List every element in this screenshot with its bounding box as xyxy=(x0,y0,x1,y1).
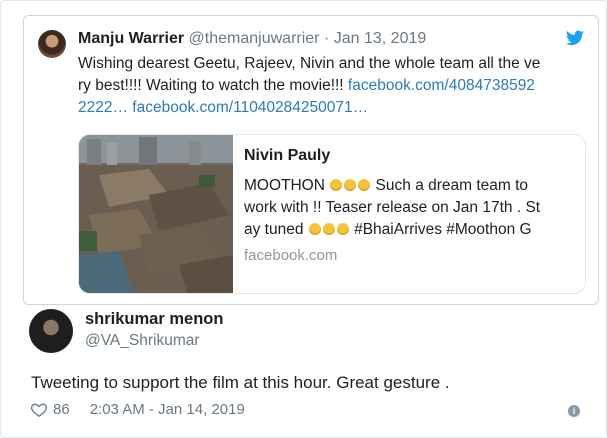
card-title: Nivin Pauly xyxy=(244,147,331,164)
author-name[interactable]: Manju Warrier xyxy=(78,30,184,47)
avatar[interactable] xyxy=(29,309,73,353)
heart-icon[interactable] xyxy=(31,402,47,417)
tweet-embed-card: Manju Warrier @themanjuwarrier · Jan 13,… xyxy=(0,0,607,438)
tweet-footer: 86 2:03 AM - Jan 14, 2019 xyxy=(31,401,245,418)
card-domain: facebook.com xyxy=(244,247,338,264)
smiling-face-emoji-icon xyxy=(358,179,371,191)
text-line: ry best!!!! Waiting to watch the movie!!… xyxy=(78,77,348,94)
separator-dot: · xyxy=(323,30,330,47)
tweet-text: Tweeting to support the film at this hou… xyxy=(31,373,450,392)
card-text: work with !! Teaser release on Jan 17th … xyxy=(244,199,541,216)
avatar[interactable] xyxy=(38,30,66,58)
link-facebook-2[interactable]: facebook.com/11040284250071… xyxy=(132,99,368,116)
card-description: MOOTHON Such a dream team to work with !… xyxy=(244,175,574,241)
twitter-bird-icon[interactable] xyxy=(566,30,584,46)
author-name[interactable]: shrikumar menon xyxy=(85,310,223,329)
card-text: ay tuned xyxy=(244,221,304,238)
city-rooftops-image xyxy=(79,135,233,293)
link-facebook-1[interactable]: facebook.com/4084738592 xyxy=(348,77,535,94)
link-facebook-1-cont[interactable]: 2222… xyxy=(78,99,128,116)
tweet-timestamp[interactable]: 2:03 AM - Jan 14, 2019 xyxy=(90,401,245,418)
quoted-tweet-text: Wishing dearest Geetu, Rajeev, Nivin and… xyxy=(78,53,583,119)
card-text: MOOTHON xyxy=(244,177,325,194)
smiling-face-emoji-icon xyxy=(336,223,349,235)
card-text: #BhaiArrives #Moothon G xyxy=(349,221,532,238)
smiling-face-emoji-icon xyxy=(308,223,321,235)
text-line: Wishing dearest Geetu, Rajeev, Nivin and… xyxy=(78,55,541,72)
author-handle[interactable]: @themanjuwarrier xyxy=(189,30,320,47)
quoted-tweet[interactable]: Manju Warrier @themanjuwarrier · Jan 13,… xyxy=(23,15,599,305)
link-preview-card[interactable]: Nivin Pauly MOOTHON Such a dream team to… xyxy=(78,134,586,294)
author-handle[interactable]: @VA_Shrikumar xyxy=(85,332,200,350)
like-count[interactable]: 86 xyxy=(53,401,70,418)
smiling-face-emoji-icon xyxy=(330,179,343,191)
quoted-tweet-header: Manju Warrier @themanjuwarrier · Jan 13,… xyxy=(78,30,426,48)
tweet-date[interactable]: Jan 13, 2019 xyxy=(334,30,427,47)
card-text: Such a dream team to xyxy=(371,177,529,194)
preview-image xyxy=(79,135,233,293)
smiling-face-emoji-icon xyxy=(344,179,357,191)
smiling-face-emoji-icon xyxy=(322,223,335,235)
info-icon[interactable]: i xyxy=(568,405,580,417)
